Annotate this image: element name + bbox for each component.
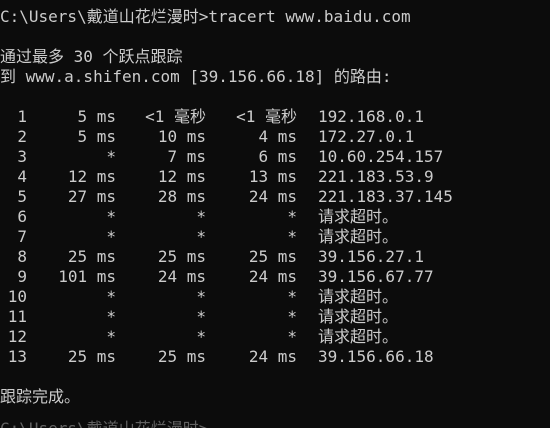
hop-time-1: * — [106, 207, 116, 226]
hop-time-2: 24 ms — [157, 267, 206, 286]
table-row: 2 5 ms 10 ms 4 ms 172.27.0.1 — [0, 127, 550, 147]
hop-host: 请求超时。 — [318, 327, 399, 346]
hop-number: 10 — [7, 287, 27, 306]
hop-number: 7 — [17, 227, 27, 246]
hop-host: 39.156.27.1 — [318, 247, 424, 266]
hop-time-1: 5 ms — [77, 127, 116, 146]
table-row: 7 * * * 请求超时。 — [0, 227, 550, 247]
hop-time-3: * — [287, 307, 297, 326]
hop-number: 9 — [17, 267, 27, 286]
hop-time-3: 25 ms — [248, 247, 297, 266]
hop-host: 172.27.0.1 — [318, 127, 415, 146]
hop-host: 请求超时。 — [318, 227, 399, 246]
table-row: 5 27 ms 28 ms 24 ms 221.183.37.145 — [0, 187, 550, 207]
table-row: 12 * * * 请求超时。 — [0, 327, 550, 347]
hop-number: 12 — [7, 327, 27, 346]
hop-number: 8 — [17, 247, 27, 266]
hop-time-1: 25 ms — [67, 247, 116, 266]
table-row: 1 5 ms <1 毫秒 <1 毫秒 192.168.0.1 — [0, 107, 550, 127]
hop-number: 11 — [7, 307, 27, 326]
hop-host: 10.60.254.157 — [318, 147, 444, 166]
table-row: 9 101 ms 24 ms 24 ms 39.156.67.77 — [0, 267, 550, 287]
hop-time-3: 24 ms — [248, 347, 297, 366]
hop-time-2: 10 ms — [157, 127, 206, 146]
hop-time-3: * — [287, 327, 297, 346]
hop-number: 13 — [7, 347, 27, 366]
hop-time-3: 13 ms — [248, 167, 297, 186]
hop-number: 2 — [17, 127, 27, 146]
table-row: 4 12 ms 12 ms 13 ms 221.183.53.9 — [0, 167, 550, 187]
console-window[interactable]: C:\Users\戴道山花烂漫时>tracert www.baidu.com 通… — [0, 0, 550, 428]
hop-number: 6 — [17, 207, 27, 226]
table-row: 13 25 ms 25 ms 24 ms 39.156.66.18 — [0, 347, 550, 367]
hop-number: 5 — [17, 187, 27, 206]
hop-host: 221.183.53.9 — [318, 167, 434, 186]
hop-time-3: 24 ms — [248, 187, 297, 206]
hop-time-1: 101 ms — [58, 267, 116, 286]
hop-time-2: <1 毫秒 — [145, 107, 206, 126]
hop-time-2: 25 ms — [157, 247, 206, 266]
next-command-prompt: C:\Users\戴道山花烂漫时> — [0, 419, 208, 428]
hop-time-2: 28 ms — [157, 187, 206, 206]
hop-time-2: * — [196, 227, 206, 246]
hop-time-2: 7 ms — [167, 147, 206, 166]
hop-time-3: * — [287, 287, 297, 306]
table-row: 6 * * * 请求超时。 — [0, 207, 550, 227]
hop-time-2: * — [196, 287, 206, 306]
hop-time-1: 5 ms — [77, 107, 116, 126]
hop-time-1: * — [106, 307, 116, 326]
hop-time-1: * — [106, 327, 116, 346]
hop-number: 1 — [17, 107, 27, 126]
hop-time-2: * — [196, 327, 206, 346]
hop-host: 39.156.67.77 — [318, 267, 434, 286]
table-row: 11 * * * 请求超时。 — [0, 307, 550, 327]
hop-time-3: 24 ms — [248, 267, 297, 286]
trace-header-route: 到 www.a.shifen.com [39.156.66.18] 的路由: — [0, 67, 392, 86]
hop-time-3: * — [287, 207, 297, 226]
hop-host: 39.156.66.18 — [318, 347, 434, 366]
hop-host: 192.168.0.1 — [318, 107, 424, 126]
hop-number: 3 — [17, 147, 27, 166]
hop-time-2: 12 ms — [157, 167, 206, 186]
hop-time-3: * — [287, 227, 297, 246]
table-row: 10 * * * 请求超时。 — [0, 287, 550, 307]
hop-time-1: * — [106, 147, 116, 166]
hop-host: 221.183.37.145 — [318, 187, 453, 206]
hop-time-3: 6 ms — [258, 147, 297, 166]
hop-time-2: * — [196, 307, 206, 326]
hop-number: 4 — [17, 167, 27, 186]
hop-host: 请求超时。 — [318, 307, 399, 326]
hop-host: 请求超时。 — [318, 287, 399, 306]
hop-time-2: 25 ms — [157, 347, 206, 366]
command-prompt-line: C:\Users\戴道山花烂漫时>tracert www.baidu.com — [0, 7, 411, 26]
hop-time-1: * — [106, 227, 116, 246]
hop-time-3: 4 ms — [258, 127, 297, 146]
table-row: 3 * 7 ms 6 ms 10.60.254.157 — [0, 147, 550, 167]
hop-time-1: 27 ms — [67, 187, 116, 206]
trace-header-max-hops: 通过最多 30 个跃点跟踪 — [0, 47, 183, 66]
hop-time-1: 25 ms — [67, 347, 116, 366]
hop-time-3: <1 毫秒 — [236, 107, 297, 126]
table-row: 8 25 ms 25 ms 25 ms 39.156.27.1 — [0, 247, 550, 267]
hop-time-1: * — [106, 287, 116, 306]
hop-time-2: * — [196, 207, 206, 226]
trace-complete-message: 跟踪完成。 — [0, 387, 81, 406]
hop-time-1: 12 ms — [67, 167, 116, 186]
hop-host: 请求超时。 — [318, 207, 399, 226]
